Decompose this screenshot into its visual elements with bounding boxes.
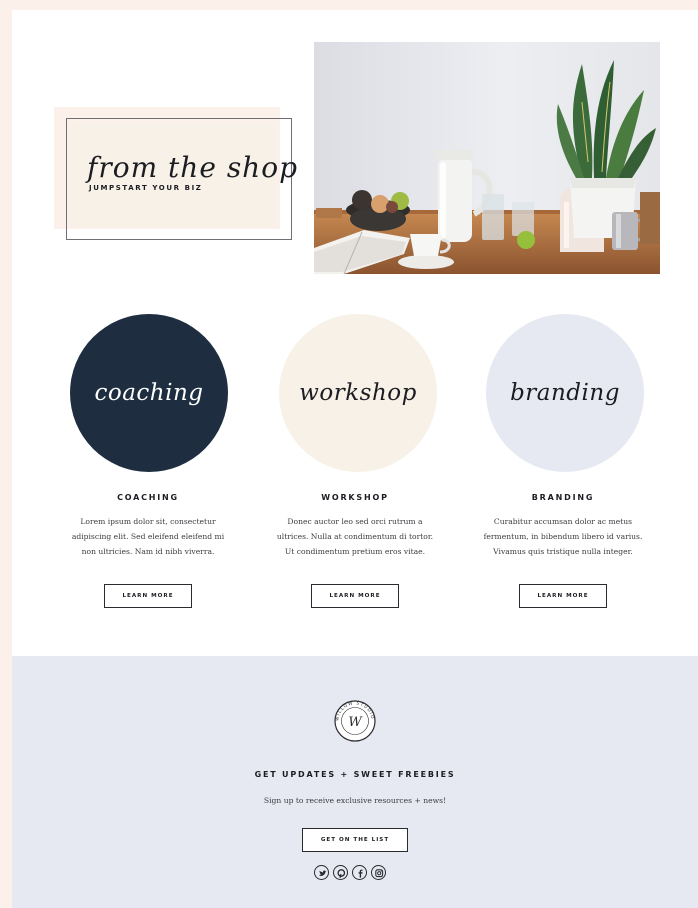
coaching-circle: coaching: [70, 314, 228, 472]
branding-description-line: Curabitur accumsan dolor ac metus: [493, 517, 633, 526]
hero-photo: [314, 42, 660, 274]
workshop-description: Donec auctor leo sed orci rutrum a ultric…: [255, 514, 455, 559]
branding-description-line: Vivamus quis tristique nulla integer.: [493, 547, 633, 556]
hero-subtitle: JUMPSTART YOUR BIZ: [89, 184, 203, 192]
coaching-description: Lorem ipsum dolor sit, consectetur adipis…: [48, 514, 248, 559]
coaching-description-line: non ultricies. Nam id nibh viverra.: [81, 547, 215, 556]
hero-title: from the shop: [87, 151, 298, 184]
pinterest-icon[interactable]: [333, 865, 348, 880]
instagram-icon[interactable]: [371, 865, 386, 880]
branding-description-line: fermentum, in bibendum libero id varius.: [483, 532, 643, 541]
workshop-circle: workshop: [279, 314, 437, 472]
branding-circle-label: branding: [510, 380, 620, 406]
facebook-icon[interactable]: [352, 865, 367, 880]
workshop-circle-label: workshop: [299, 380, 417, 406]
branding-learn-more-button[interactable]: LEARN MORE: [519, 584, 607, 608]
workshop-description-line: Ut condimentum pretium eros vitae.: [284, 547, 426, 556]
workshop-description-line: ultrices. Nulla at condimentum di tortor…: [276, 532, 434, 541]
branding-description: Curabitur accumsan dolor ac metus ferment…: [463, 514, 663, 559]
social-links: [314, 865, 386, 880]
workshop-description-line: Donec auctor leo sed orci rutrum a: [287, 517, 423, 526]
get-on-the-list-button[interactable]: GET ON THE LIST: [302, 828, 408, 852]
branding-circle: branding: [486, 314, 644, 472]
page: from the shop JUMPSTART YOUR BIZ coachin…: [12, 10, 698, 908]
workshop-learn-more-button[interactable]: LEARN MORE: [311, 584, 399, 608]
twitter-icon[interactable]: [314, 865, 329, 880]
coaching-description-line: Lorem ipsum dolor sit, consectetur: [80, 517, 216, 526]
brand-logo: WILLOW STUDIO W: [334, 700, 376, 742]
logo-letter: W: [348, 715, 363, 730]
newsletter-heading: GET UPDATES + SWEET FREEBIES: [254, 770, 456, 779]
coaching-heading: COACHING: [117, 493, 179, 502]
coaching-circle-label: coaching: [94, 380, 204, 406]
branding-heading: BRANDING: [531, 493, 595, 502]
coaching-learn-more-button[interactable]: LEARN MORE: [104, 584, 192, 608]
coaching-description-line: adipiscing elit. Sed eleifend eleifend m…: [71, 532, 225, 541]
workshop-heading: WORKSHOP: [321, 493, 389, 502]
newsletter-subtext: Sign up to receive exclusive resources +…: [263, 796, 447, 805]
newsletter-footer: WILLOW STUDIO W GET UPDATES + SWEET FREE…: [12, 656, 698, 908]
